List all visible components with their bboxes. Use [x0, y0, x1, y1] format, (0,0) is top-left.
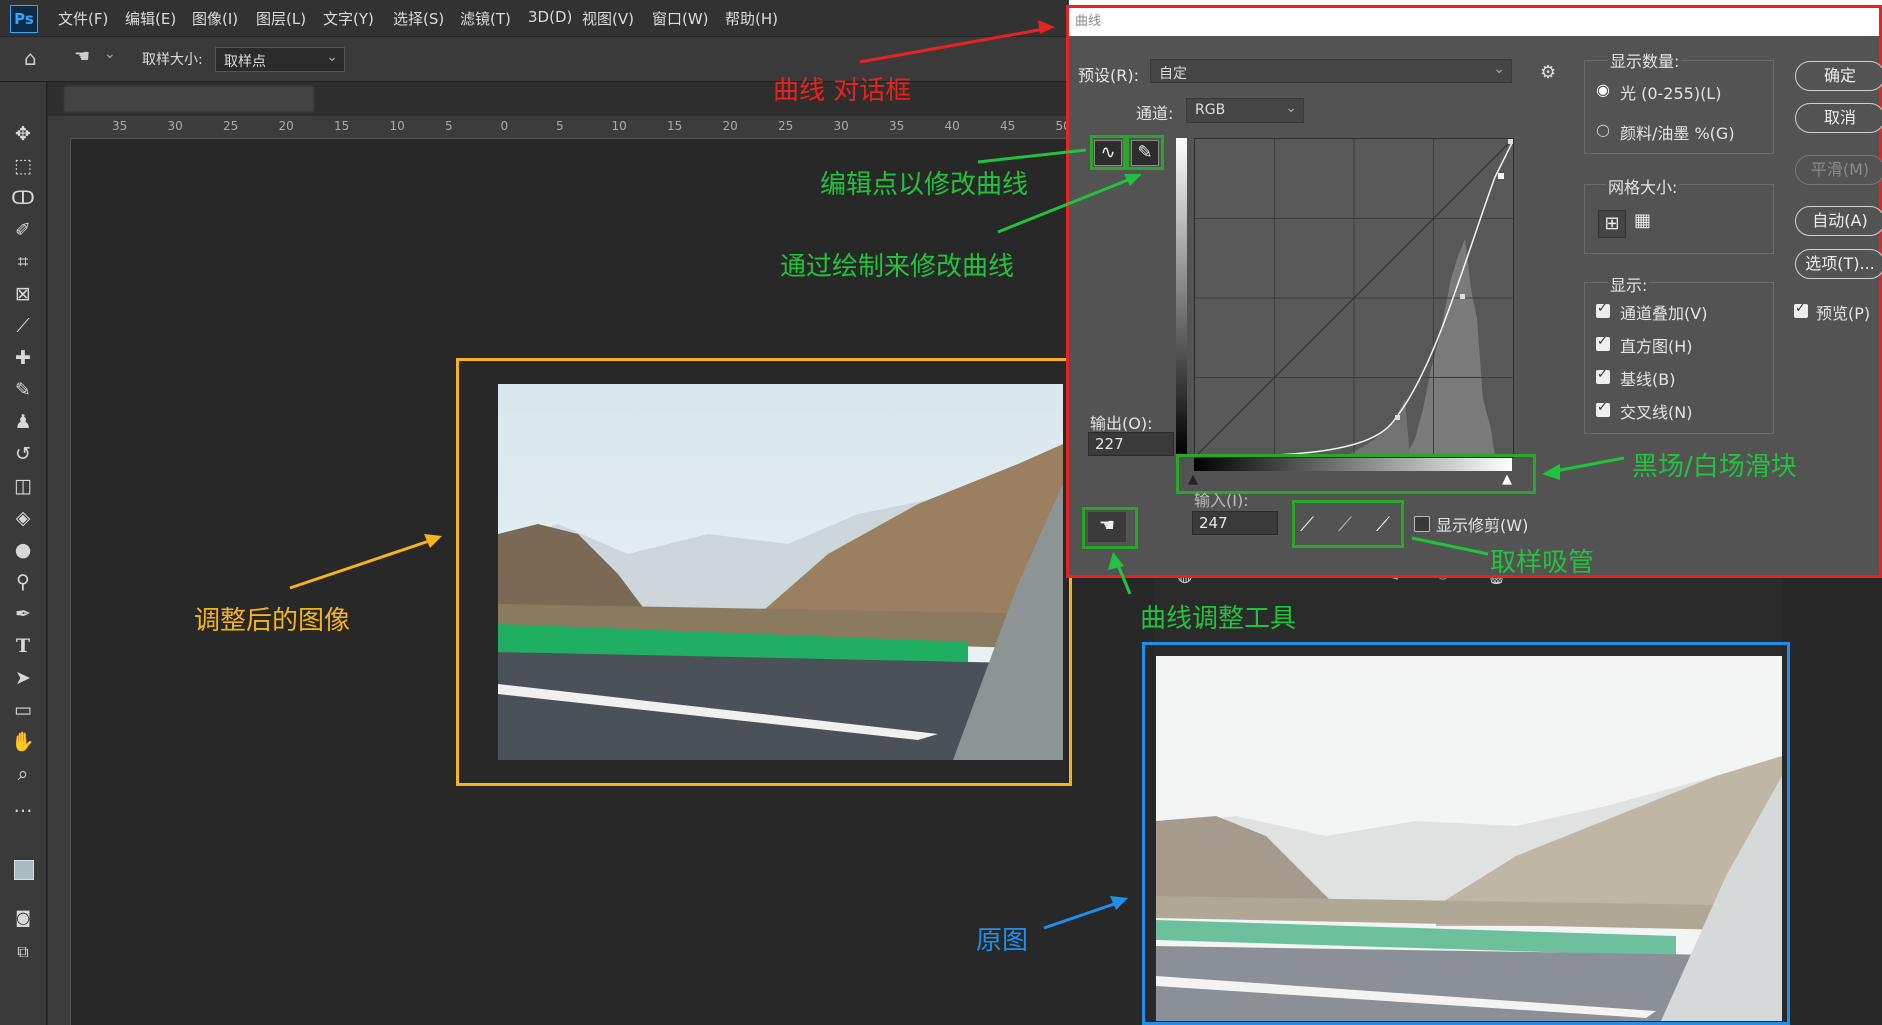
annotation-eyedroppers: 取样吸管: [1490, 548, 1595, 578]
annotation-arrows: [289, 20, 1625, 930]
annotation-adjusted-image: 调整后的图像: [194, 606, 351, 636]
adjusted-arrow: [289, 538, 433, 590]
dialog-arrow: [859, 26, 1051, 64]
sliders-arrow: [1549, 456, 1625, 474]
eyedropper-arrow: [1411, 536, 1489, 556]
annotation-edit-points: 编辑点以修改曲线: [820, 170, 1029, 200]
edit-points-arrow: [977, 148, 1087, 164]
annotation-dialog: 曲线 对话框: [773, 76, 912, 106]
annotation-original: 原图: [976, 926, 1029, 956]
sliders-arrowhead: [1542, 464, 1560, 480]
annotation-curve-adjust-tool: 曲线调整工具: [1140, 604, 1297, 634]
annotation-draw-curve: 通过绘制来修改曲线: [780, 252, 1015, 282]
original-arrow: [1043, 900, 1121, 930]
adjust-tool-arrowhead: [1108, 552, 1124, 570]
annotation-sliders: 黑场/白场滑块: [1632, 452, 1797, 482]
dialog-arrowhead: [1038, 20, 1055, 34]
